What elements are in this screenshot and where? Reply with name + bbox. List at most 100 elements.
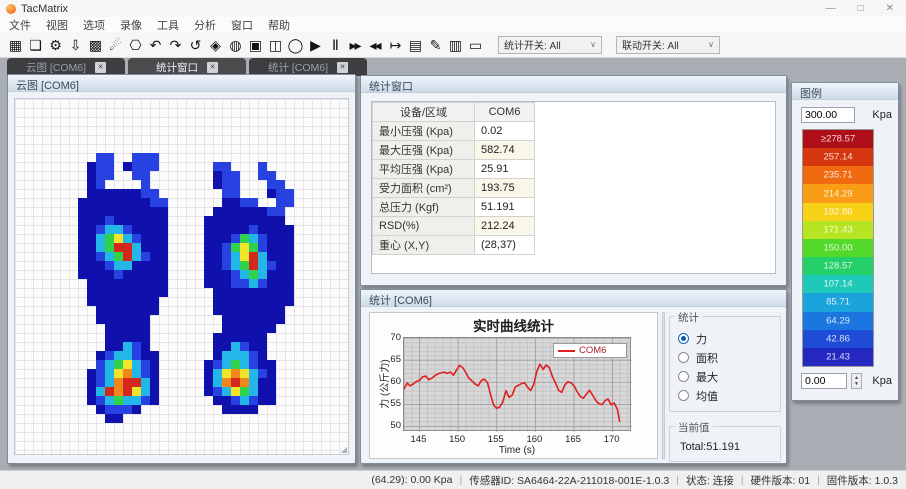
spinner[interactable]: ▲ ▼ — [851, 373, 862, 389]
fast-forward-button[interactable]: ▸▸ — [345, 33, 364, 57]
right-foot-cell — [267, 279, 276, 288]
left-foot-cell — [96, 153, 105, 162]
right-foot-cell — [231, 333, 240, 342]
close-button[interactable]: ✕ — [886, 3, 894, 14]
video-button[interactable]: ◫ — [265, 33, 284, 57]
right-foot-cell — [213, 288, 222, 297]
status-separator: | — [459, 474, 462, 486]
sensor-button[interactable]: ☄ — [105, 33, 124, 57]
right-foot-cell — [231, 252, 240, 261]
save-button[interactable]: ▤ — [405, 33, 424, 57]
stat-label: RSD(%) — [373, 217, 475, 236]
legend-band: 128.57 — [803, 257, 873, 275]
refresh-button[interactable]: ↺ — [185, 33, 204, 57]
right-foot-cell — [213, 297, 222, 306]
pause-button[interactable]: Ⅱ — [325, 33, 344, 57]
minimize-button[interactable]: — — [826, 3, 836, 14]
left-foot-cell — [132, 387, 141, 396]
status-separator: | — [817, 474, 820, 486]
right-foot-cell — [249, 297, 258, 306]
left-foot-cell — [132, 234, 141, 243]
export-button[interactable]: ↦ — [385, 33, 404, 57]
radio-mean[interactable]: 均值 — [678, 386, 772, 405]
layout-button[interactable]: ▦ — [5, 33, 24, 57]
target-button[interactable]: ◍ — [225, 33, 244, 57]
import-button[interactable]: ⇩ — [65, 33, 84, 57]
tab-close-button[interactable]: ✕ — [337, 62, 348, 73]
left-foot-cell — [78, 216, 87, 225]
record-button[interactable]: ◯ — [285, 33, 304, 57]
right-foot-cell — [267, 243, 276, 252]
left-foot-cell — [123, 225, 132, 234]
right-foot-cell — [258, 252, 267, 261]
stats-switch-combo[interactable]: 统计开关: All ∨ — [498, 36, 602, 54]
open-file-button[interactable]: ❏ — [25, 33, 44, 57]
resize-grip-icon[interactable]: ◢ — [341, 445, 347, 454]
options-button[interactable]: ⚙ — [45, 33, 64, 57]
menu-item-2[interactable]: 选项 — [83, 17, 105, 33]
tab-close-button[interactable]: ✕ — [207, 62, 218, 73]
left-foot-cell — [105, 216, 114, 225]
right-foot-cell — [240, 378, 249, 387]
left-foot-cell — [123, 396, 132, 405]
left-foot-cell — [132, 315, 141, 324]
left-foot-cell — [96, 360, 105, 369]
radio-area[interactable]: 面积 — [678, 348, 772, 367]
left-foot-cell — [105, 387, 114, 396]
left-foot-cell — [114, 306, 123, 315]
left-foot-cell — [123, 234, 132, 243]
legend-max-row: Kpa — [801, 107, 892, 123]
left-foot-cell — [78, 252, 87, 261]
snapshot-button[interactable]: ▣ — [245, 33, 264, 57]
menu-item-3[interactable]: 录像 — [120, 17, 142, 33]
linkage-switch-combo[interactable]: 联动开关: All ∨ — [616, 36, 720, 54]
stat-value: 51.191 — [475, 198, 535, 217]
calibrate-button[interactable]: ◈ — [205, 33, 224, 57]
right-foot-cell — [231, 189, 240, 198]
right-foot-cell — [258, 216, 267, 225]
grid-button[interactable]: ▩ — [85, 33, 104, 57]
right-foot-cell — [276, 243, 285, 252]
right-foot-cell — [231, 225, 240, 234]
right-foot-cell — [258, 351, 267, 360]
annotate-button[interactable]: ✎ — [425, 33, 444, 57]
undo-button[interactable]: ↶ — [145, 33, 164, 57]
tab-close-button[interactable]: ✕ — [95, 62, 106, 73]
left-foot-cell — [141, 189, 150, 198]
radio-max[interactable]: 最大 — [678, 367, 772, 386]
right-foot-cell — [231, 360, 240, 369]
view-3d-button[interactable]: ⎔ — [125, 33, 144, 57]
left-foot-cell — [96, 216, 105, 225]
left-foot-cell — [141, 387, 150, 396]
left-foot-cell — [141, 306, 150, 315]
left-foot-cell — [150, 351, 159, 360]
redo-button[interactable]: ↷ — [165, 33, 184, 57]
left-foot-cell — [114, 369, 123, 378]
right-foot-cell — [204, 360, 213, 369]
right-foot-cell — [267, 396, 276, 405]
left-foot-cell — [96, 189, 105, 198]
menu-item-7[interactable]: 帮助 — [268, 17, 290, 33]
legend-band-label: 214.29 — [803, 188, 873, 199]
left-foot-cell — [159, 207, 168, 216]
left-foot-cell — [123, 198, 132, 207]
radio-force[interactable]: 力 — [678, 329, 772, 348]
maximize-button[interactable]: □ — [858, 3, 864, 14]
left-foot-cell — [96, 369, 105, 378]
legend-min-input[interactable] — [801, 373, 847, 389]
menu-item-6[interactable]: 窗口 — [231, 17, 253, 33]
right-foot-cell — [204, 378, 213, 387]
right-foot-cell — [240, 333, 249, 342]
display-button[interactable]: ▭ — [465, 33, 484, 57]
menu-item-4[interactable]: 工具 — [157, 17, 179, 33]
legend-max-input[interactable] — [801, 107, 855, 123]
right-foot-cell — [231, 171, 240, 180]
menu-item-1[interactable]: 视图 — [46, 17, 68, 33]
menu-item-0[interactable]: 文件 — [9, 17, 31, 33]
spinner-down-icon[interactable]: ▼ — [852, 381, 861, 387]
chart-inspect-button[interactable]: ▥ — [445, 33, 464, 57]
play-button[interactable]: ▶ — [305, 33, 324, 57]
left-foot-cell — [78, 243, 87, 252]
rewind-button[interactable]: ◂◂ — [365, 33, 384, 57]
menu-item-5[interactable]: 分析 — [194, 17, 216, 33]
